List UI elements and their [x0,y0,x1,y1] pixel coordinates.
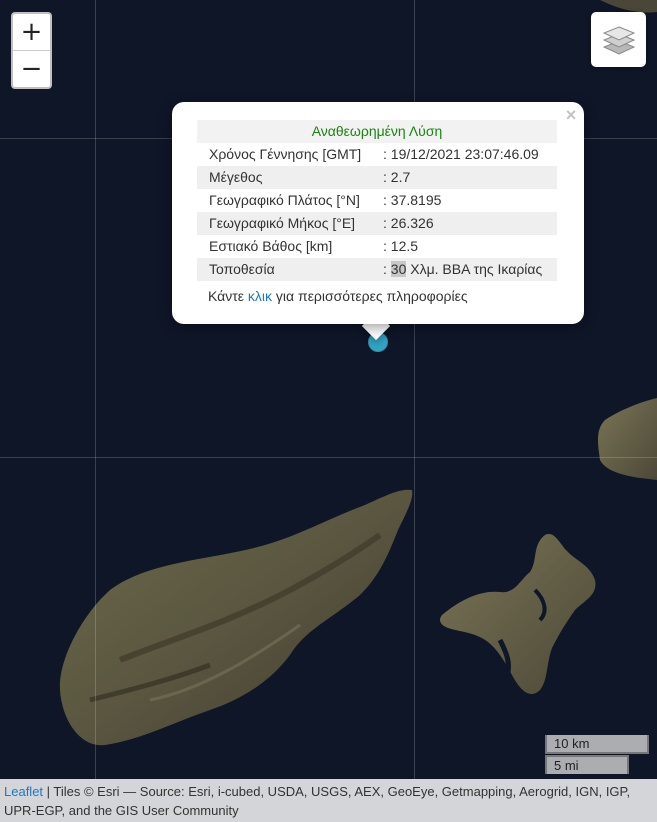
grid-line-horizontal [0,457,657,458]
info-row-magnitude: Μέγεθος : 2.7 [197,166,557,189]
popup-header: Αναθεωρημένη Λύση [197,120,557,143]
info-value: : 26.326 [383,215,434,231]
earthquake-info-table: Αναθεωρημένη Λύση Χρόνος Γέννησης [GMT] … [197,120,557,281]
zoom-out-button[interactable]: − [13,51,50,87]
popup-close-button[interactable]: × [562,106,580,124]
info-value: : 19/12/2021 23:07:46.09 [383,146,539,162]
more-info-text: Κάντε κλικ για περισσότερες πληροφορίες [208,288,468,304]
info-value: : 2.7 [383,169,411,185]
info-row-depth: Εστιακό Βάθος [km] : 12.5 [197,235,557,258]
info-label: Εστιακό Βάθος [km] [209,238,333,254]
layers-button[interactable] [591,12,646,67]
more-info-link[interactable]: κλικ [248,288,272,304]
attribution-text: | Tiles © Esri — Source: Esri, i-cubed, … [4,784,631,818]
info-row-origin-time: Χρόνος Γέννησης [GMT] : 19/12/2021 23:07… [197,143,557,166]
location-text: Χλμ. ΒΒΑ της Ικαρίας [406,261,543,277]
map-attribution: Leaflet | Tiles © Esri — Source: Esri, i… [0,779,657,822]
samos-island-edge [597,398,657,480]
info-row-latitude: Γεωγραφικό Πλάτος [°N] : 37.8195 [197,189,557,212]
info-row-location: Τοποθεσία : 30 Χλμ. ΒΒΑ της Ικαρίας [197,258,557,281]
zoom-control: + − [11,12,52,89]
location-prefix: : [383,261,391,277]
info-value: : 37.8195 [383,192,442,208]
info-label: Χρόνος Γέννησης [GMT] [209,146,362,162]
leaflet-link[interactable]: Leaflet [4,784,43,799]
scale-bar-imperial: 5 mi [545,755,629,774]
info-value: : 30 Χλμ. ΒΒΑ της Ικαρίας [383,258,557,281]
info-label: Γεωγραφικό Πλάτος [°N] [209,192,360,208]
fourni-islands [440,533,596,695]
info-label: Τοποθεσία [209,261,275,277]
zoom-in-button[interactable]: + [13,14,50,51]
info-value: : 12.5 [383,238,419,254]
more-info-after: για περισσότερες πληροφορίες [272,288,468,304]
location-distance: 30 [390,261,407,277]
scale-bar-metric: 10 km [545,735,649,754]
more-info-before: Κάντε [208,288,248,304]
grid-line-vertical [95,0,96,779]
info-label: Μέγεθος [209,169,263,185]
info-row-longitude: Γεωγραφικό Μήκος [°E] : 26.326 [197,212,557,235]
layers-icon [602,25,635,55]
info-label: Γεωγραφικό Μήκος [°E] [209,215,356,231]
